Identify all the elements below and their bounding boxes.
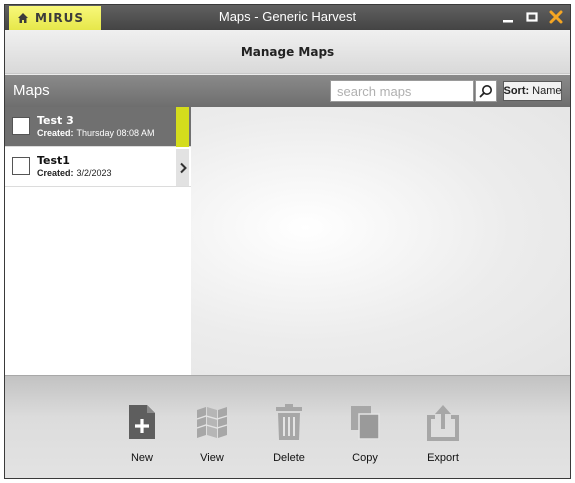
map-icon [196,407,228,438]
title-bar: MIRUS Maps - Generic Harvest [5,5,570,30]
created-label: Created: [37,168,74,178]
export-button[interactable]: Export [418,403,468,464]
view-button[interactable]: View [187,403,237,464]
map-created: Created: Thursday 08:08 AM [37,128,155,138]
page-title: Manage Maps [240,44,335,59]
list-item[interactable]: Test 3 Created: Thursday 08:08 AM [5,107,191,147]
sort-label: Sort: [503,85,530,97]
maximize-button[interactable] [523,8,540,25]
list-item[interactable]: Test1 Created: 3/2/2023 [5,147,191,187]
minimize-button[interactable] [499,8,516,25]
delete-button[interactable]: Delete [264,403,314,464]
new-button[interactable]: New [117,403,167,464]
expand-button[interactable] [176,149,189,186]
search-button[interactable] [475,80,497,102]
new-map-icon [129,405,155,439]
copy-button[interactable]: Copy [340,403,390,464]
view-label: View [200,452,224,464]
map-preview [191,107,570,375]
export-icon [427,405,459,441]
search-icon [479,85,492,98]
copy-icon [351,406,380,440]
window-title: Maps - Generic Harvest [218,9,357,24]
created-value: Thursday 08:08 AM [76,128,155,138]
trash-icon [276,404,302,440]
map-name: Test1 [37,154,70,167]
section-title: Maps [13,82,50,99]
sort-value: Name [532,85,562,97]
sort-button[interactable]: Sort: Name [503,81,562,101]
app-window: MIRUS Maps - Generic Harvest Manage Maps… [4,4,571,479]
close-icon [549,10,562,23]
new-label: New [130,452,153,464]
map-checkbox[interactable] [12,117,30,135]
map-list: Test 3 Created: Thursday 08:08 AM Test1 C… [5,107,191,375]
close-button[interactable] [547,8,564,25]
chevron-right-icon [179,162,187,173]
action-toolbar: New View Delete Copy Export [5,375,570,478]
created-value: 3/2/2023 [76,168,112,178]
created-label: Created: [37,128,74,138]
page-header: Manage Maps [5,30,570,74]
maximize-icon [525,11,538,22]
map-name: Test 3 [37,114,74,127]
copy-label: Copy [352,452,378,464]
delete-label: Delete [273,452,305,464]
selected-indicator [176,107,189,147]
minimize-icon [502,19,513,22]
map-checkbox[interactable] [12,157,30,175]
maps-toolbar: Maps Sort: Name [5,75,570,107]
search-input[interactable] [330,80,474,102]
map-created: Created: 3/2/2023 [37,168,112,178]
export-label: Export [427,452,459,464]
